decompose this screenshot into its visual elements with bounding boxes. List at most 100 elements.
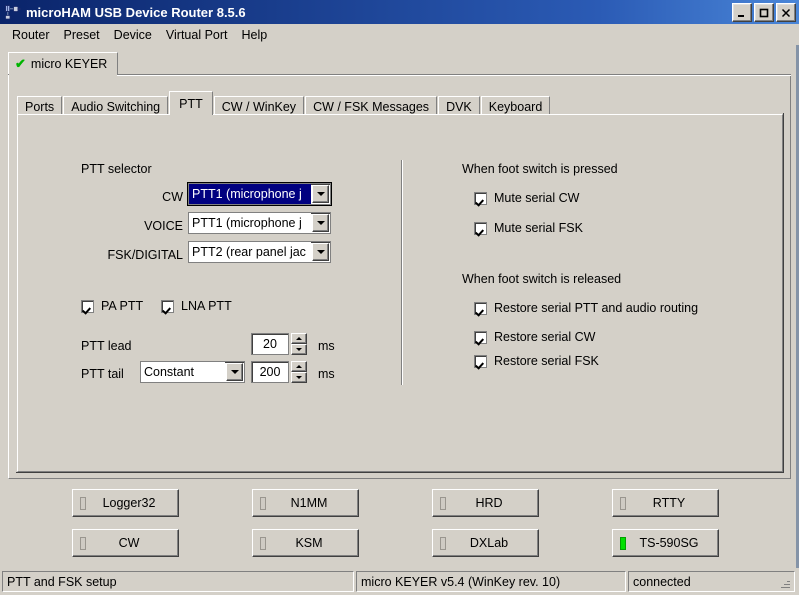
- checkbox-check-icon: [474, 191, 487, 205]
- mute-serial-cw-checkbox[interactable]: Mute serial CW: [474, 191, 579, 205]
- preset-button-label: DXLab: [469, 536, 509, 550]
- status-connection-text: connected: [633, 574, 691, 589]
- ptt-tail-value[interactable]: 200: [251, 361, 289, 383]
- spin-up-icon[interactable]: [291, 361, 307, 372]
- menu-bar: Router Preset Device Virtual Port Help: [0, 24, 799, 45]
- device-tab-rule-highlight: [8, 75, 791, 76]
- ptt-lead-value[interactable]: 20: [251, 333, 289, 355]
- spin-up-icon[interactable]: [291, 333, 307, 344]
- restore-serial-cw-checkbox[interactable]: Restore serial CW: [474, 330, 595, 344]
- restore-serial-ptt-audio-checkbox[interactable]: Restore serial PTT and audio routing: [474, 301, 698, 315]
- chevron-down-icon[interactable]: [312, 243, 329, 261]
- tab-label: Ports: [25, 100, 55, 114]
- ptt-tail-label: PTT tail: [81, 367, 124, 381]
- preset-button-ksm[interactable]: KSM: [252, 529, 359, 557]
- section-divider: [401, 160, 403, 385]
- spin-down-icon[interactable]: [291, 372, 307, 383]
- ptt-lead-label: PTT lead: [81, 339, 132, 353]
- status-pane-connection: connected: [628, 571, 795, 592]
- menu-item-device[interactable]: Device: [107, 26, 159, 44]
- fsk-digital-ptt-value: PTT2 (rear panel jac: [189, 242, 311, 262]
- ptt-tail-mode-combo[interactable]: Constant: [140, 361, 245, 383]
- mute-serial-fsk-checkbox[interactable]: Mute serial FSK: [474, 221, 583, 235]
- preset-button-rtty[interactable]: RTTY: [612, 489, 719, 517]
- minimize-button[interactable]: [732, 3, 752, 22]
- preset-button-cw[interactable]: CW: [72, 529, 179, 557]
- chevron-down-icon[interactable]: [226, 363, 243, 381]
- restore-serial-cw-label: Restore serial CW: [494, 330, 596, 344]
- voice-ptt-combo[interactable]: PTT1 (microphone j: [188, 212, 331, 234]
- preset-button-label: TS-590SG: [639, 536, 699, 550]
- checkbox-check-icon: [474, 354, 487, 368]
- maximize-button[interactable]: [754, 3, 774, 22]
- preset-button-logger32[interactable]: Logger32: [72, 489, 179, 517]
- preset-button-label: N1MM: [290, 496, 328, 510]
- device-tab-micro-keyer[interactable]: ✔ micro KEYER: [8, 52, 118, 74]
- restore-serial-fsk-label: Restore serial FSK: [494, 354, 599, 368]
- mute-serial-cw-label: Mute serial CW: [494, 191, 580, 205]
- fsk-digital-ptt-combo[interactable]: PTT2 (rear panel jac: [188, 241, 331, 263]
- foot-switch-pressed-title: When foot switch is pressed: [462, 162, 618, 176]
- close-button[interactable]: [776, 3, 796, 22]
- tab-label: DVK: [446, 100, 472, 114]
- green-check-icon: ✔: [15, 56, 26, 71]
- pa-ptt-checkbox[interactable]: PA PTT: [81, 299, 143, 313]
- usb-device-icon: [4, 3, 22, 21]
- pa-ptt-label: PA PTT: [101, 299, 144, 313]
- tab-label: PTT: [179, 96, 203, 111]
- voice-label: VOICE: [144, 219, 183, 233]
- window-controls: [732, 3, 796, 22]
- tab-ptt[interactable]: PTT: [169, 91, 213, 115]
- selected-tab-seam: [173, 115, 224, 117]
- ptt-lead-spin-buttons[interactable]: [291, 333, 307, 355]
- menu-item-virtual-port[interactable]: Virtual Port: [159, 26, 235, 44]
- device-tab-strip: ✔ micro KEYER: [8, 52, 791, 76]
- lna-ptt-label: LNA PTT: [181, 299, 232, 313]
- tab-label: CW / WinKey: [221, 100, 297, 114]
- device-tab-label: micro KEYER: [30, 56, 108, 71]
- preset-button-dxlab[interactable]: DXLab: [432, 529, 539, 557]
- restore-serial-fsk-checkbox[interactable]: Restore serial FSK: [474, 354, 599, 368]
- preset-button-label: CW: [118, 536, 140, 550]
- tab-label: CW / FSK Messages: [313, 100, 430, 114]
- spin-down-icon[interactable]: [291, 344, 307, 355]
- resize-grip-icon[interactable]: [778, 576, 792, 590]
- ptt-tail-stepper[interactable]: 200: [251, 361, 307, 383]
- preset-button-hrd[interactable]: HRD: [432, 489, 539, 517]
- preset-button-label: Logger32: [102, 496, 156, 510]
- ptt-lead-stepper[interactable]: 20: [251, 333, 307, 355]
- ptt-tab-page: PTT selector CW PTT1 (microphone j VOICE…: [17, 114, 783, 472]
- fsk-digital-label: FSK/DIGITAL: [107, 248, 183, 262]
- preset-button-label: HRD: [475, 496, 503, 510]
- preset-button-ts-590sg[interactable]: TS-590SG: [612, 529, 719, 557]
- status-bar: PTT and FSK setup micro KEYER v5.4 (WinK…: [0, 568, 799, 595]
- checkbox-check-icon: [161, 299, 174, 313]
- checkbox-check-icon: [474, 301, 487, 315]
- device-tab-seam: [9, 73, 117, 76]
- mute-serial-fsk-label: Mute serial FSK: [494, 221, 583, 235]
- menu-item-router[interactable]: Router: [5, 26, 57, 44]
- chevron-down-icon[interactable]: [312, 185, 329, 203]
- ptt-tail-unit: ms: [318, 367, 335, 381]
- menu-item-help[interactable]: Help: [235, 26, 275, 44]
- chevron-down-icon[interactable]: [312, 214, 329, 232]
- lna-ptt-checkbox[interactable]: LNA PTT: [161, 299, 232, 313]
- cw-ptt-combo[interactable]: PTT1 (microphone j: [187, 182, 332, 206]
- checkbox-check-icon: [81, 299, 94, 313]
- ptt-tail-spin-buttons[interactable]: [291, 361, 307, 383]
- tab-label: Audio Switching: [71, 100, 161, 114]
- status-pane-action: PTT and FSK setup: [2, 571, 354, 592]
- preset-button-n1mm[interactable]: N1MM: [252, 489, 359, 517]
- checkbox-check-icon: [474, 330, 487, 344]
- preset-button-panel: Logger32 N1MM HRD RTTY CW KSM DXLab TS-5…: [8, 481, 791, 561]
- title-bar[interactable]: microHAM USB Device Router 8.5.6: [0, 0, 799, 24]
- application-window: microHAM USB Device Router 8.5.6 Router …: [0, 0, 799, 595]
- menu-item-preset[interactable]: Preset: [57, 26, 107, 44]
- status-pane-device: micro KEYER v5.4 (WinKey rev. 10): [356, 571, 626, 592]
- tab-label: Keyboard: [488, 100, 543, 114]
- restore-serial-ptt-audio-label: Restore serial PTT and audio routing: [494, 301, 699, 315]
- cw-ptt-value: PTT1 (microphone j: [189, 184, 311, 204]
- ptt-lead-unit: ms: [318, 339, 335, 353]
- foot-switch-released-title: When foot switch is released: [462, 272, 622, 286]
- preset-button-label: RTTY: [652, 496, 686, 510]
